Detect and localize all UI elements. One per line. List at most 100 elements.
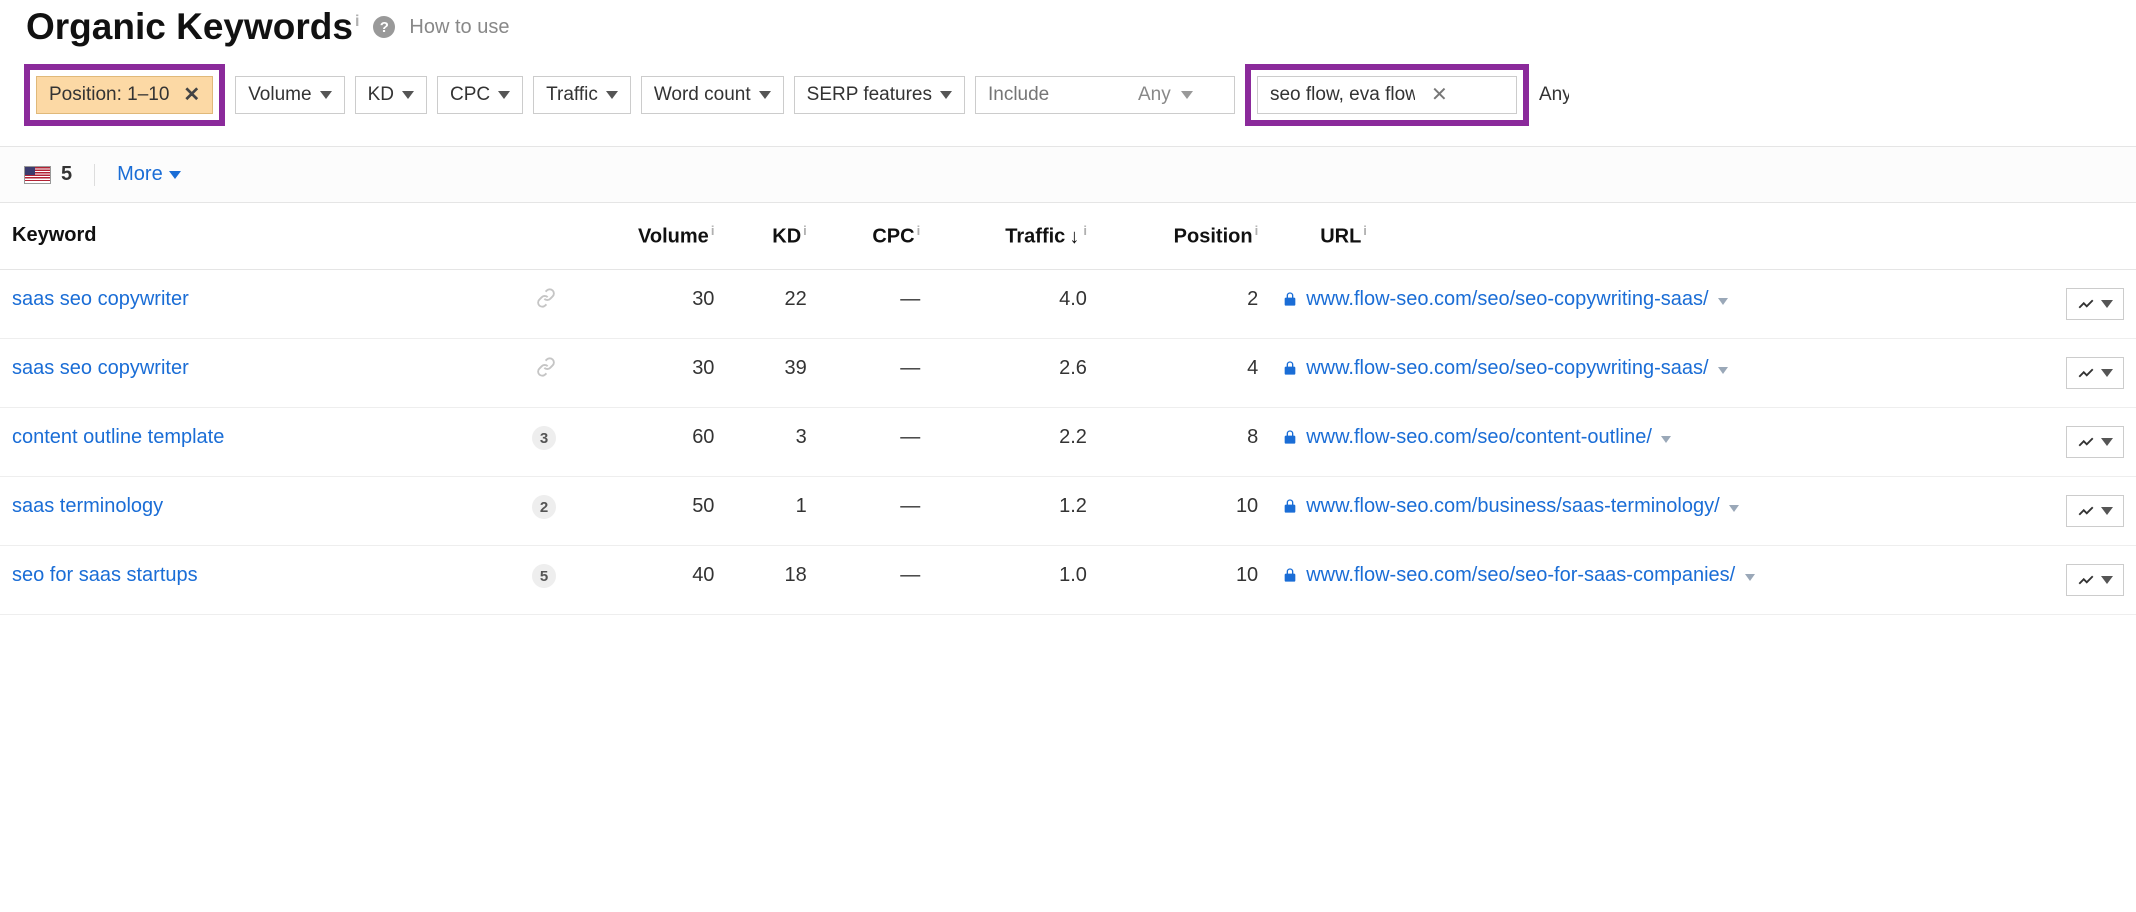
how-to-use-link[interactable]: How to use xyxy=(409,16,509,39)
cell-position: 10 xyxy=(1099,545,1270,614)
col-volume[interactable]: Volumei xyxy=(568,203,726,269)
serp-button[interactable] xyxy=(2066,288,2124,320)
table-row: saas seo copywriter3022—4.02www.flow-seo… xyxy=(0,269,2136,338)
us-flag-icon xyxy=(24,166,51,184)
col-keyword[interactable]: Keyword xyxy=(0,203,520,269)
url-link[interactable]: www.flow-seo.com/seo/content-outline/ xyxy=(1306,426,1671,449)
info-icon[interactable]: i xyxy=(917,223,921,238)
cell-volume: 40 xyxy=(568,545,726,614)
cell-position: 4 xyxy=(1099,338,1270,407)
lock-icon xyxy=(1282,290,1298,313)
filter-cpc[interactable]: CPC xyxy=(437,76,523,114)
include-mode[interactable]: Any xyxy=(1138,84,1171,106)
include-input[interactable] xyxy=(988,84,1128,106)
chevron-down-icon xyxy=(2101,576,2113,584)
chevron-down-icon[interactable] xyxy=(1745,574,1755,581)
chevron-down-icon xyxy=(498,91,510,99)
col-icon xyxy=(520,203,568,269)
info-icon[interactable]: i xyxy=(803,223,807,238)
cell-kd: 18 xyxy=(726,545,818,614)
help-icon[interactable]: ? xyxy=(373,16,395,38)
filter-word-count[interactable]: Word count xyxy=(641,76,784,114)
col-cpc-label: CPC xyxy=(872,226,914,248)
filter-serp-features[interactable]: SERP features xyxy=(794,76,965,114)
chevron-down-icon xyxy=(402,91,414,99)
filter-include[interactable]: Any xyxy=(975,76,1235,114)
cell-position: 2 xyxy=(1099,269,1270,338)
exclude-input[interactable] xyxy=(1270,84,1415,106)
chevron-down-icon xyxy=(2101,507,2113,515)
col-position[interactable]: Positioni xyxy=(1099,203,1270,269)
cell-volume: 60 xyxy=(568,407,726,476)
serp-button[interactable] xyxy=(2066,495,2124,527)
clear-exclude-icon[interactable]: ✕ xyxy=(1431,85,1448,105)
chevron-down-icon xyxy=(1181,91,1193,99)
col-keyword-label: Keyword xyxy=(12,224,96,246)
col-traffic[interactable]: Traffic↓i xyxy=(932,203,1099,269)
highlight-exclude: ✕ xyxy=(1245,64,1529,126)
more-label: More xyxy=(117,163,163,186)
country-count[interactable]: 5 xyxy=(24,163,72,186)
info-icon[interactable]: i xyxy=(1083,223,1087,238)
col-kd[interactable]: KDi xyxy=(726,203,818,269)
url-link[interactable]: www.flow-seo.com/seo/seo-copywriting-saa… xyxy=(1306,357,1728,380)
filter-traffic[interactable]: Traffic xyxy=(533,76,631,114)
url-link[interactable]: www.flow-seo.com/business/saas-terminolo… xyxy=(1306,495,1739,518)
table-row: saas seo copywriter3039—2.64www.flow-seo… xyxy=(0,338,2136,407)
info-icon[interactable]: i xyxy=(711,223,715,238)
cell-volume: 50 xyxy=(568,476,726,545)
info-icon[interactable]: i xyxy=(1255,223,1259,238)
chevron-down-icon[interactable] xyxy=(1718,298,1728,305)
info-icon[interactable]: i xyxy=(1363,223,1367,238)
filter-volume-label: Volume xyxy=(248,84,311,106)
serp-button[interactable] xyxy=(2066,357,2124,389)
serp-count-badge[interactable]: 3 xyxy=(532,426,556,450)
filter-volume[interactable]: Volume xyxy=(235,76,344,114)
filter-word-count-label: Word count xyxy=(654,84,751,106)
keyword-link[interactable]: content outline template xyxy=(12,426,224,448)
title-text: Organic Keywords xyxy=(26,6,353,47)
clear-position-icon[interactable]: ✕ xyxy=(183,85,200,105)
link-icon[interactable] xyxy=(536,291,556,313)
keyword-link[interactable]: saas terminology xyxy=(12,495,163,517)
cell-kd: 39 xyxy=(726,338,818,407)
cell-cpc: — xyxy=(819,338,932,407)
cell-cpc: — xyxy=(819,545,932,614)
serp-button[interactable] xyxy=(2066,426,2124,458)
cell-traffic: 2.6 xyxy=(932,338,1099,407)
filter-exclude[interactable]: ✕ xyxy=(1257,76,1517,114)
keywords-table: Keyword Volumei KDi CPCi Traffic↓i Posit… xyxy=(0,203,2136,615)
chevron-down-icon xyxy=(759,91,771,99)
filter-position[interactable]: Position: 1–10 ✕ xyxy=(36,76,213,114)
chevron-down-icon xyxy=(2101,438,2113,446)
exclude-mode-label[interactable]: Any xyxy=(1539,84,1569,106)
lock-icon xyxy=(1282,566,1298,589)
cell-position: 10 xyxy=(1099,476,1270,545)
page-title: Organic Keywordsi xyxy=(26,6,359,48)
col-kd-label: KD xyxy=(772,226,801,248)
cell-cpc: — xyxy=(819,476,932,545)
serp-count-badge[interactable]: 2 xyxy=(532,495,556,519)
col-serp xyxy=(2054,203,2136,269)
filter-kd-label: KD xyxy=(368,84,394,106)
col-cpc[interactable]: CPCi xyxy=(819,203,932,269)
serp-button[interactable] xyxy=(2066,564,2124,596)
serp-count-badge[interactable]: 5 xyxy=(532,564,556,588)
chevron-down-icon[interactable] xyxy=(1718,367,1728,374)
more-dropdown[interactable]: More xyxy=(117,163,181,186)
keyword-link[interactable]: saas seo copywriter xyxy=(12,288,189,310)
keyword-link[interactable]: saas seo copywriter xyxy=(12,357,189,379)
link-icon[interactable] xyxy=(536,360,556,382)
separator xyxy=(94,164,95,186)
info-icon[interactable]: i xyxy=(355,13,359,30)
chevron-down-icon xyxy=(606,91,618,99)
keyword-link[interactable]: seo for saas startups xyxy=(12,564,198,586)
filter-kd[interactable]: KD xyxy=(355,76,427,114)
cell-kd: 1 xyxy=(726,476,818,545)
chevron-down-icon[interactable] xyxy=(1661,436,1671,443)
chevron-down-icon[interactable] xyxy=(1729,505,1739,512)
url-link[interactable]: www.flow-seo.com/seo/seo-for-saas-compan… xyxy=(1306,564,1755,587)
chevron-down-icon xyxy=(940,91,952,99)
col-url[interactable]: URLi xyxy=(1270,203,2054,269)
url-link[interactable]: www.flow-seo.com/seo/seo-copywriting-saa… xyxy=(1306,288,1728,311)
